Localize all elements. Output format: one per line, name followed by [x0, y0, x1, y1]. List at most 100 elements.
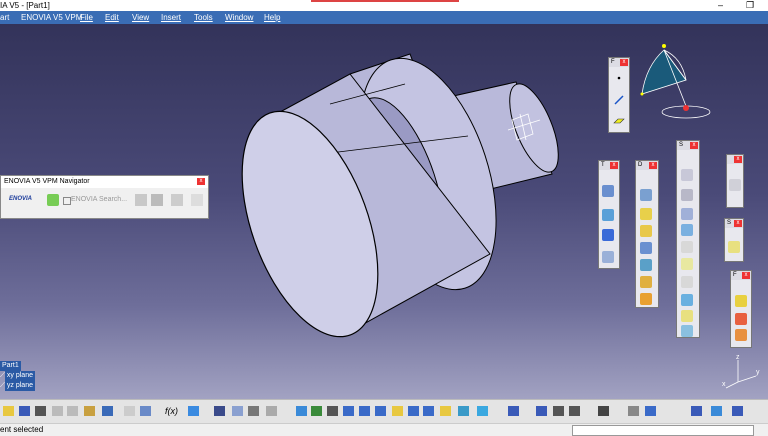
toolbar-panel-blank[interactable]: x — [726, 154, 744, 208]
shading-icon[interactable] — [440, 406, 451, 416]
close-icon[interactable]: x — [610, 162, 618, 169]
thread-icon[interactable] — [640, 276, 652, 288]
fly-mode-icon[interactable] — [296, 406, 307, 416]
close-icon[interactable]: x — [734, 220, 742, 227]
compass-widget[interactable] — [634, 36, 714, 136]
navigator-tool-icon[interactable] — [151, 194, 163, 206]
sketcher-icon[interactable] — [508, 406, 519, 416]
boolean-remove-icon[interactable] — [735, 313, 747, 325]
enovia-tool-icon[interactable] — [47, 194, 59, 206]
cut-icon[interactable] — [52, 406, 63, 416]
close-icon[interactable]: x — [690, 142, 698, 149]
command-input[interactable] — [572, 425, 754, 436]
restore-button[interactable]: ❐ — [746, 0, 754, 11]
update-icon[interactable] — [266, 406, 277, 416]
fillet-icon[interactable] — [640, 189, 652, 201]
minimize-button[interactable]: – — [718, 0, 723, 11]
normal-view-icon[interactable] — [392, 406, 403, 416]
close-icon[interactable]: x — [649, 162, 657, 169]
slot-icon[interactable] — [681, 276, 693, 288]
enovia-navigator[interactable]: ENOVIA V5 VPM Navigator x ENOVIA ENOVIA S… — [0, 175, 209, 219]
menu-item-insert[interactable]: Insert — [161, 11, 181, 24]
iso-view-icon[interactable] — [423, 406, 434, 416]
formula-button[interactable]: f(x) — [165, 406, 178, 416]
copy-icon[interactable] — [67, 406, 78, 416]
whats-this-icon[interactable] — [140, 406, 151, 416]
hole-icon[interactable] — [681, 241, 693, 253]
tree-node-yz-plane[interactable]: ⟋ yz plane — [0, 381, 35, 391]
chamfer-icon[interactable] — [640, 208, 652, 220]
rotate-icon[interactable] — [602, 209, 614, 221]
shell-icon[interactable] — [640, 242, 652, 254]
menu-item-view[interactable]: View — [132, 11, 149, 24]
multi-view-icon[interactable] — [408, 406, 419, 416]
pattern-icon[interactable] — [602, 229, 614, 241]
line-icon[interactable] — [613, 94, 625, 106]
hide-show-icon[interactable] — [458, 406, 469, 416]
search-tool-icon[interactable] — [135, 194, 147, 206]
tolerance-icon[interactable] — [732, 406, 743, 416]
undo-icon[interactable] — [102, 406, 113, 416]
shaft-icon[interactable] — [681, 208, 693, 220]
remove-face-icon[interactable] — [640, 293, 652, 305]
scale-icon[interactable] — [602, 251, 614, 263]
menu-item-enovia[interactable]: ENOVIA V5 VPM — [21, 11, 82, 24]
redo-icon[interactable] — [124, 406, 135, 416]
toolbar-panel-d[interactable]: Dx — [635, 160, 659, 308]
swap-space-icon[interactable] — [477, 406, 488, 416]
point-icon[interactable] — [613, 72, 625, 84]
pocket-icon[interactable] — [681, 189, 693, 201]
zoom-out-icon[interactable] — [375, 406, 386, 416]
menu-item-file[interactable]: File — [80, 11, 93, 24]
toolbar-panel-s2[interactable]: Sx — [724, 218, 744, 262]
table-icon[interactable] — [214, 406, 225, 416]
menu-item-edit[interactable]: Edit — [105, 11, 119, 24]
tree-node-xy-plane[interactable]: ⟋ xy plane — [0, 371, 35, 381]
toolbar-panel-s1[interactable]: Sx — [676, 140, 700, 338]
menu-item-part[interactable]: art — [0, 11, 9, 24]
pad-icon[interactable] — [681, 169, 693, 181]
checkbox-icon[interactable] — [63, 197, 71, 205]
hierarchy-icon[interactable] — [232, 406, 243, 416]
draft-icon[interactable] — [640, 225, 652, 237]
remove-loft-icon[interactable] — [681, 325, 693, 337]
loft-icon[interactable] — [681, 310, 693, 322]
axis-system-icon[interactable] — [645, 406, 656, 416]
pan-icon[interactable] — [327, 406, 338, 416]
close-icon[interactable]: x — [620, 59, 628, 66]
close-icon[interactable]: x — [197, 178, 205, 185]
constraint-icon[interactable] — [628, 406, 639, 416]
open-icon[interactable] — [3, 406, 14, 416]
comment-icon[interactable] — [188, 406, 199, 416]
measure-item-icon[interactable] — [553, 406, 564, 416]
rotate-view-icon[interactable] — [343, 406, 354, 416]
rib-icon[interactable] — [681, 258, 693, 270]
analysis-icon[interactable] — [691, 406, 702, 416]
thickness-icon[interactable] — [640, 259, 652, 271]
toolbar-panel-f1[interactable]: Fx — [608, 57, 630, 133]
boolean-add-icon[interactable] — [735, 295, 747, 307]
surface-icon[interactable] — [728, 241, 740, 253]
apply-material-icon[interactable] — [569, 406, 580, 416]
groove-icon[interactable] — [681, 224, 693, 236]
filter-icon[interactable] — [248, 406, 259, 416]
toolbar-panel-f2[interactable]: Fx — [730, 270, 752, 348]
dimension-icon[interactable] — [711, 406, 722, 416]
translate-icon[interactable] — [602, 185, 614, 197]
save-icon[interactable] — [19, 406, 30, 416]
close-icon[interactable]: x — [734, 156, 742, 163]
navigator-tool-icon[interactable] — [191, 194, 203, 206]
boolean-intersect-icon[interactable] — [735, 329, 747, 341]
menu-item-help[interactable]: Help — [264, 11, 280, 24]
paste-icon[interactable] — [84, 406, 95, 416]
tree-node-part1[interactable]: Part1 — [0, 361, 35, 371]
menu-item-tools[interactable]: Tools — [194, 11, 213, 24]
zoom-in-icon[interactable] — [359, 406, 370, 416]
enovia-search-label[interactable]: ENOVIA Search... — [71, 196, 127, 203]
print-icon[interactable] — [35, 406, 46, 416]
close-icon[interactable]: x — [742, 272, 750, 279]
stiffener-icon[interactable] — [681, 294, 693, 306]
measure-icon[interactable] — [536, 406, 547, 416]
plane-icon[interactable] — [613, 114, 625, 126]
capture-icon[interactable] — [598, 406, 609, 416]
